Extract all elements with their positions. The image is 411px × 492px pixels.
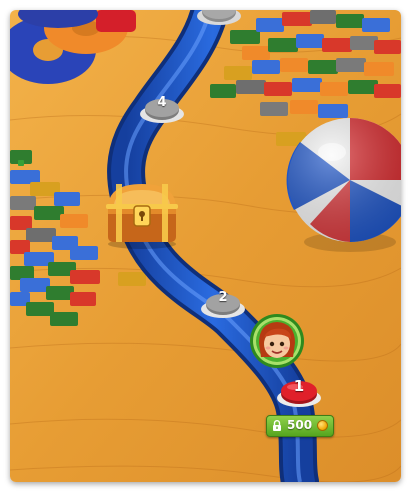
- unlock-cost-badge[interactable]: 500: [266, 415, 334, 437]
- level-node-3[interactable]: 3: [196, 10, 242, 26]
- treasure-chest-icon[interactable]: [102, 178, 182, 250]
- level-button-gray: [197, 10, 241, 25]
- map-background: [10, 10, 401, 482]
- level-number: 4: [157, 95, 167, 110]
- level-node-1[interactable]: 1: [276, 377, 322, 407]
- lock-icon: [273, 420, 281, 431]
- level-number: 2: [218, 290, 228, 305]
- unlock-cost-value: 500: [287, 418, 313, 432]
- game-frame: 3 4 2: [0, 0, 411, 492]
- level-node-2[interactable]: 2: [200, 289, 246, 319]
- level-number: 3: [196, 10, 242, 12]
- coin-icon: [317, 420, 328, 431]
- level-map: 3 4 2: [10, 10, 401, 482]
- player-avatar[interactable]: [249, 313, 305, 369]
- level-node-4[interactable]: 4: [139, 94, 185, 124]
- level-number: 1: [293, 377, 305, 395]
